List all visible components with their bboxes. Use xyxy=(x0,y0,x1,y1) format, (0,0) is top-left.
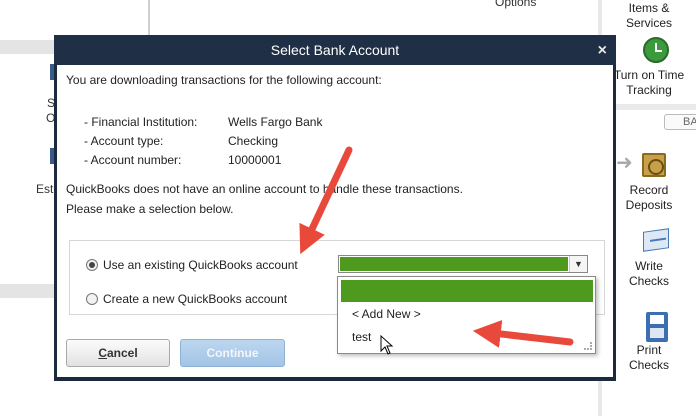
record-deposits-button[interactable]: Record Deposits xyxy=(602,183,696,213)
turn-on-time-tracking-button[interactable]: Turn on Time Tracking xyxy=(602,68,696,98)
record-deposits-label: Record xyxy=(629,183,669,197)
dialog-title-bar[interactable]: Select Bank Account × xyxy=(54,35,616,65)
items-and-services-button[interactable]: Items & Services xyxy=(602,1,696,31)
intro-text: You are downloading transactions for the… xyxy=(66,73,382,87)
continue-button[interactable]: Continue xyxy=(180,339,285,367)
detail-label: - Account type: xyxy=(84,134,164,148)
chevron-down-icon[interactable]: ▼ xyxy=(569,256,587,272)
existing-account-label[interactable]: Use an existing QuickBooks account xyxy=(103,258,298,272)
print-checks-button[interactable]: Print Checks xyxy=(602,343,696,373)
clock-icon xyxy=(643,37,669,63)
options-fragment: Options xyxy=(495,0,537,9)
account-select-value xyxy=(340,257,568,271)
close-icon[interactable]: × xyxy=(598,35,607,66)
divider xyxy=(602,104,696,110)
cancel-button[interactable]: Cancel xyxy=(66,339,170,367)
right-action-panel: Items & Services Turn on Time Tracking B… xyxy=(602,0,696,416)
write-checks-button[interactable]: Write Checks xyxy=(602,259,696,289)
write-checks-label: Write xyxy=(635,259,663,273)
mouse-cursor-icon xyxy=(380,335,394,355)
dropdown-selected-row[interactable] xyxy=(341,280,593,302)
write-checks-label: Checks xyxy=(628,274,669,288)
resize-grip-icon[interactable] xyxy=(584,342,592,350)
items-and-services-label: Services xyxy=(625,16,672,30)
account-select[interactable]: ▼ xyxy=(338,255,588,273)
existing-account-radio[interactable] xyxy=(86,259,98,271)
time-tracking-label: Turn on Time xyxy=(613,68,685,82)
message-text: QuickBooks does not have an online accou… xyxy=(66,182,463,196)
dropdown-item-test[interactable]: test xyxy=(352,330,371,344)
detail-label: - Financial Institution: xyxy=(84,115,198,129)
time-tracking-label: Tracking xyxy=(626,83,672,97)
dropdown-item-add-new[interactable]: < Add New > xyxy=(352,307,421,321)
printer-icon xyxy=(646,312,668,342)
message-text: Please make a selection below. xyxy=(66,202,234,216)
print-checks-label: Checks xyxy=(628,358,669,372)
detail-value: Checking xyxy=(228,134,279,148)
account-dropdown-list: < Add New > test xyxy=(337,276,596,354)
print-checks-label: Print xyxy=(636,343,662,357)
record-deposits-label: Deposits xyxy=(625,198,673,212)
detail-value: Wells Fargo Bank xyxy=(228,115,323,129)
detail-value: 10000001 xyxy=(228,153,282,167)
detail-label: - Account number: xyxy=(84,153,182,167)
items-and-services-label: Items & xyxy=(628,1,670,15)
safe-icon xyxy=(642,153,666,177)
background-fragment: Est xyxy=(36,182,54,196)
dialog-title: Select Bank Account xyxy=(270,42,400,58)
new-account-label[interactable]: Create a new QuickBooks account xyxy=(103,292,287,306)
bank-tab[interactable]: BA xyxy=(664,114,696,130)
check-icon xyxy=(643,228,669,252)
cancel-mnemonic: C xyxy=(98,346,107,360)
flow-arrow-icon: ➜ xyxy=(616,152,633,174)
cancel-label: ancel xyxy=(106,346,138,360)
new-account-radio[interactable] xyxy=(86,293,98,305)
